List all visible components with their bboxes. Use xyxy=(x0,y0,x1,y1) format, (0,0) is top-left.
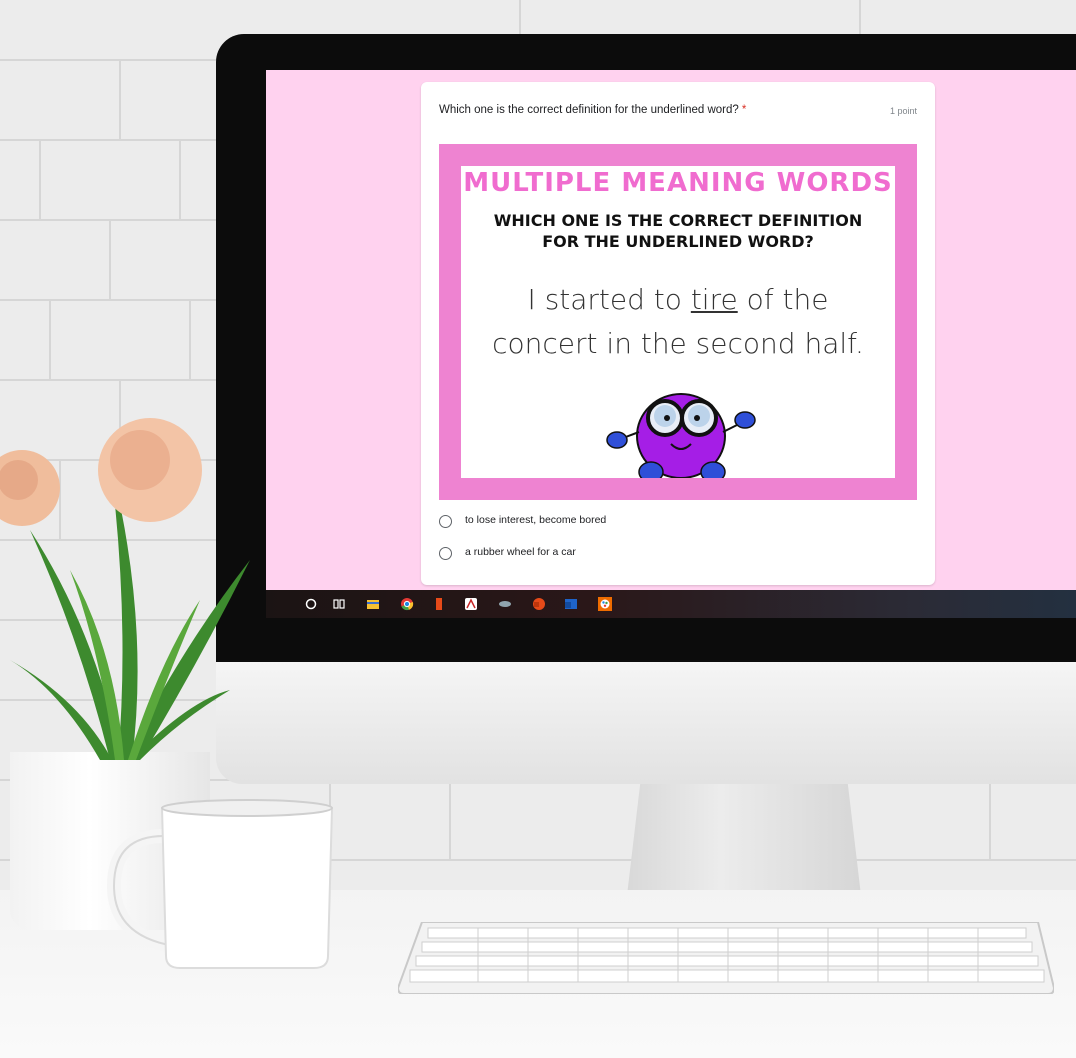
question-image-content: MULTIPLE MEANING WORDS WHICH ONE IS THE … xyxy=(461,166,895,478)
stream-icon[interactable] xyxy=(498,597,512,611)
slide-subtitle-line2: FOR THE UNDERLINED WORD? xyxy=(542,232,814,251)
slide-title: MULTIPLE MEANING WORDS xyxy=(463,168,893,198)
monitor-stand xyxy=(626,784,862,904)
slide-subtitle-line1: WHICH ONE IS THE CORRECT DEFINITION xyxy=(493,211,863,230)
required-asterisk: * xyxy=(741,104,747,116)
sentence-pre: I started to xyxy=(527,283,691,316)
mascot-character-icon xyxy=(606,393,756,478)
chrome-icon[interactable] xyxy=(400,597,414,611)
screen: Which one is the correct definition for … xyxy=(266,70,1076,618)
points-label: 1 point xyxy=(889,106,917,116)
question-text: Which one is the correct definition for … xyxy=(439,104,739,116)
acrobat-icon[interactable] xyxy=(464,597,478,611)
radio-button[interactable] xyxy=(439,547,452,560)
task-view-icon[interactable] xyxy=(332,597,346,611)
desk-scene: Which one is the correct definition for … xyxy=(0,0,1076,1058)
form-question-card: Which one is the correct definition for … xyxy=(421,82,935,585)
option-label: a rubber wheel for a car xyxy=(465,546,576,558)
sentence-line1: I started to tire of the xyxy=(461,278,895,322)
example-sentence: I started to tire of the concert in the … xyxy=(461,278,895,366)
question-image: MULTIPLE MEANING WORDS WHICH ONE IS THE … xyxy=(439,144,917,500)
question-title: Which one is the correct definition for … xyxy=(439,104,746,116)
file-explorer-icon[interactable] xyxy=(366,597,380,611)
slide-subtitle: WHICH ONE IS THE CORRECT DEFINITION FOR … xyxy=(491,210,865,252)
powerpoint-icon[interactable] xyxy=(532,597,546,611)
taskbar xyxy=(266,590,1076,618)
sentence-line2: concert in the second half. xyxy=(492,327,864,360)
monitor-chin xyxy=(216,662,1076,784)
keyboard-icon xyxy=(398,922,1054,994)
office-icon[interactable] xyxy=(432,597,446,611)
search-icon[interactable] xyxy=(304,597,318,611)
word-icon[interactable] xyxy=(564,597,578,611)
coffee-mug-icon xyxy=(106,799,334,969)
question-header: Which one is the correct definition for … xyxy=(439,104,917,122)
option-label: to lose interest, become bored xyxy=(465,514,607,526)
paint-icon[interactable] xyxy=(598,597,612,611)
underlined-word: tire xyxy=(690,283,738,316)
radio-button[interactable] xyxy=(439,515,452,528)
plant-icon xyxy=(0,418,250,760)
sentence-post: of the xyxy=(737,283,829,316)
